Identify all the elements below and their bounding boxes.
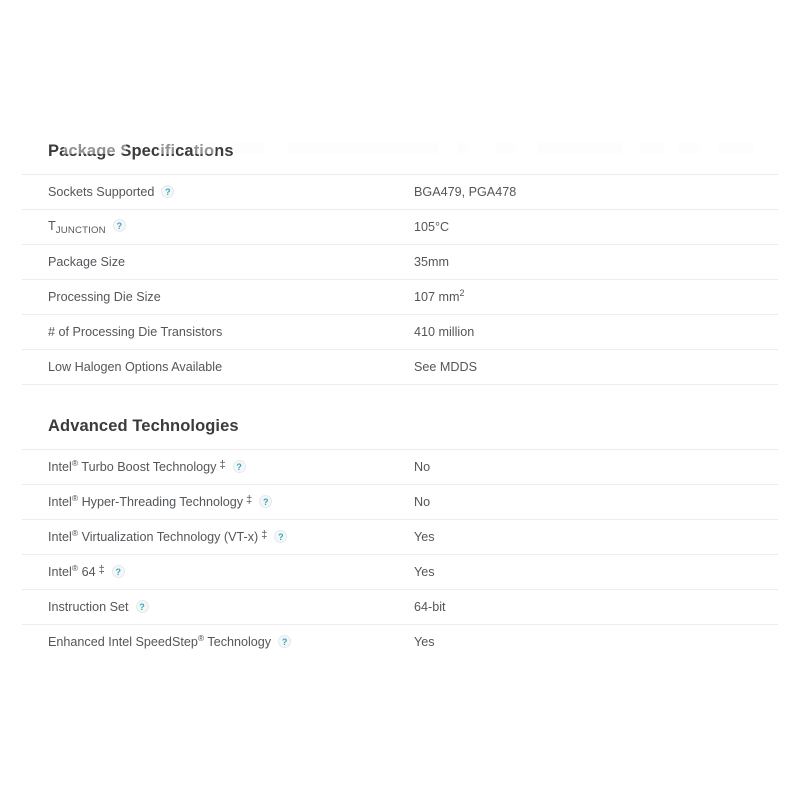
- spec-page: Package Specifications Sockets Supported…: [0, 0, 800, 800]
- advanced-technologies-table: Intel® Turbo Boost Technology ‡? No Intel…: [22, 449, 778, 659]
- double-dagger-icon: ‡: [219, 458, 226, 471]
- row-value: 64-bit: [414, 599, 446, 614]
- row-label-cell: Intel® Hyper-Threading Technology ‡?: [22, 485, 408, 520]
- row-label-cell: Intel® Virtualization Technology (VT-x) ‡…: [22, 520, 408, 555]
- table-row: Enhanced Intel SpeedStep® Technology? Ye…: [22, 624, 778, 660]
- row-label-cell: Processing Die Size: [22, 280, 408, 315]
- row-value: 410 million: [414, 324, 475, 339]
- package-specifications-table: Sockets Supported? BGA479, PGA478 TJUNCT…: [22, 174, 778, 385]
- help-icon[interactable]: ?: [274, 529, 288, 543]
- row-label-cell: Sockets Supported?: [22, 175, 408, 210]
- row-value: 35mm: [414, 254, 449, 269]
- table-row: Intel® Turbo Boost Technology ‡? No: [22, 449, 778, 485]
- row-label: Sockets Supported: [48, 184, 155, 199]
- row-label-rest: Virtualization Technology (VT-x): [78, 529, 259, 544]
- table-body-package: Sockets Supported? BGA479, PGA478 TJUNCT…: [22, 174, 778, 385]
- help-icon[interactable]: ?: [232, 459, 246, 473]
- row-value-main: 107 mm: [414, 289, 460, 304]
- row-label-main: Intel: [48, 459, 72, 474]
- table-row: Instruction Set? 64-bit: [22, 589, 778, 625]
- section-advanced-technologies: Advanced Technologies Intel® Turbo Boost…: [22, 385, 778, 659]
- row-label-cell: # of Processing Die Transistors: [22, 315, 408, 350]
- row-label-cell: Enhanced Intel SpeedStep® Technology?: [22, 625, 408, 660]
- table-body-advanced: Intel® Turbo Boost Technology ‡? No Intel…: [22, 449, 778, 660]
- row-value: No: [414, 459, 431, 474]
- row-label-main: Intel: [48, 529, 72, 544]
- row-value: Yes: [414, 529, 435, 544]
- table-row: Intel® 64 ‡? Yes: [22, 554, 778, 590]
- row-label-main: Enhanced Intel SpeedStep: [48, 634, 198, 649]
- row-value: See MDDS: [414, 359, 477, 374]
- double-dagger-icon: ‡: [246, 493, 253, 506]
- row-value: BGA479, PGA478: [414, 184, 517, 199]
- row-value-superscript: 2: [459, 287, 465, 298]
- help-icon[interactable]: ?: [135, 599, 149, 613]
- double-dagger-icon: ‡: [261, 528, 268, 541]
- table-row: Intel® Hyper-Threading Technology ‡? No: [22, 484, 778, 520]
- help-icon[interactable]: ?: [161, 184, 175, 198]
- table-row: Sockets Supported? BGA479, PGA478: [22, 174, 778, 210]
- table-row: Processing Die Size 107 mm2: [22, 279, 778, 315]
- table-row: Intel® Virtualization Technology (VT-x) ‡…: [22, 519, 778, 555]
- section-package-specifications: Package Specifications Sockets Supported…: [22, 0, 778, 385]
- row-label-cell: Low Halogen Options Available: [22, 350, 408, 385]
- row-label-rest: 64: [78, 564, 96, 579]
- row-label-subscript: JUNCTION: [55, 225, 106, 236]
- row-value: Yes: [414, 564, 435, 579]
- row-label-main: Intel: [48, 494, 72, 509]
- section-title: Advanced Technologies: [48, 417, 239, 435]
- table-row: # of Processing Die Transistors 410 mill…: [22, 314, 778, 350]
- row-label: # of Processing Die Transistors: [48, 324, 223, 339]
- help-icon[interactable]: ?: [112, 219, 126, 232]
- row-label-cell: Instruction Set?: [22, 590, 408, 625]
- row-label: Low Halogen Options Available: [48, 359, 223, 374]
- row-label: Instruction Set: [48, 599, 129, 614]
- table-row: Low Halogen Options Available See MDDS: [22, 349, 778, 385]
- help-icon[interactable]: ?: [111, 564, 125, 578]
- row-label-cell: Intel® Turbo Boost Technology ‡?: [22, 450, 408, 485]
- help-icon[interactable]: ?: [278, 634, 292, 648]
- table-row: TJUNCTION? 105°C: [22, 209, 778, 245]
- row-label-cell: TJUNCTION?: [22, 210, 408, 245]
- row-label-rest: Technology: [204, 634, 272, 649]
- row-label-main: Intel: [48, 564, 72, 579]
- row-label-rest: Turbo Boost Technology: [78, 459, 217, 474]
- row-value: Yes: [414, 634, 435, 649]
- row-label: Package Size: [48, 254, 126, 269]
- row-label-rest: Hyper-Threading Technology: [78, 494, 244, 509]
- row-label: Processing Die Size: [48, 289, 161, 304]
- row-label-cell: Intel® 64 ‡?: [22, 555, 408, 590]
- row-label-main: T: [48, 219, 56, 233]
- section-title: Package Specifications: [48, 142, 234, 160]
- row-value: No: [414, 494, 431, 509]
- row-label-cell: Package Size: [22, 245, 408, 280]
- row-value-cell: 107 mm2: [408, 280, 778, 315]
- help-icon[interactable]: ?: [259, 494, 273, 508]
- double-dagger-icon: ‡: [98, 563, 105, 576]
- row-value: 105°C: [414, 219, 450, 234]
- table-row: Package Size 35mm: [22, 244, 778, 280]
